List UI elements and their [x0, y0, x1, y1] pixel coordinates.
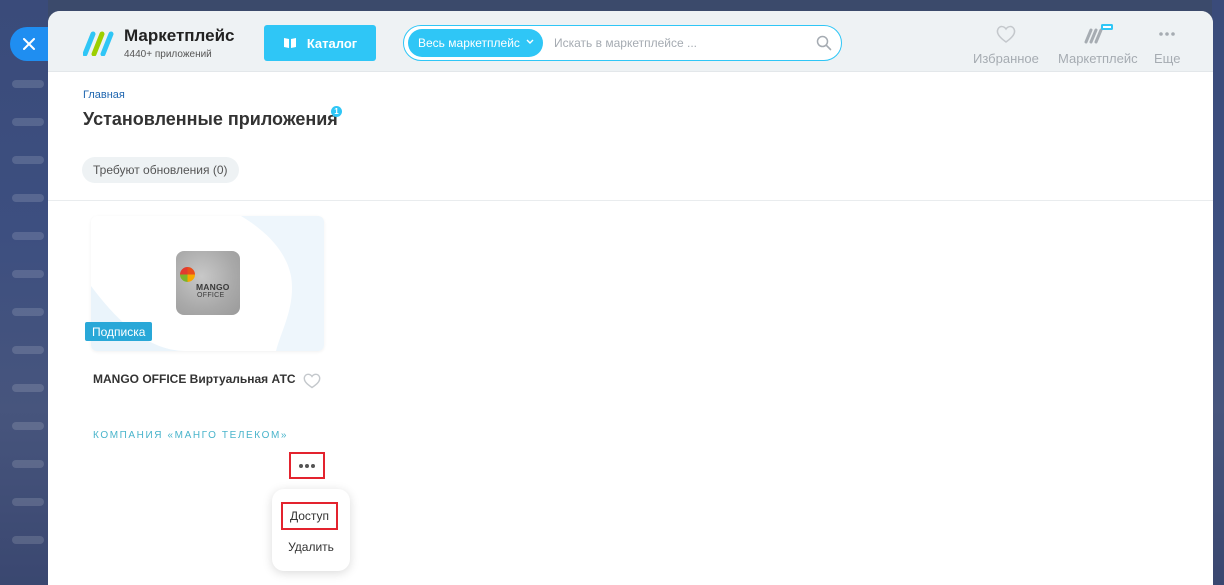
- menu-item-delete[interactable]: Удалить: [272, 540, 350, 554]
- app-vendor[interactable]: Компания «Манго Телеком»: [93, 430, 288, 441]
- search-bar: Весь маркетплейс: [403, 25, 842, 61]
- nav-marketplace-label: Маркетплейс: [1058, 51, 1138, 66]
- marketplace-panel: Маркетплейс 4440+ приложений Каталог Вес…: [48, 11, 1213, 585]
- app-name[interactable]: MANGO OFFICE Виртуальная АТС: [93, 372, 296, 386]
- search-scope-label: Весь маркетплейс: [418, 36, 520, 50]
- search-icon[interactable]: [816, 35, 832, 51]
- subscription-badge: Подписка: [85, 322, 153, 341]
- menu-item-access[interactable]: Доступ: [281, 502, 338, 530]
- favorite-heart-icon[interactable]: [302, 371, 322, 389]
- app-logo: MANGO OFFICE: [176, 251, 240, 315]
- breadcrumb[interactable]: Главная: [83, 89, 125, 101]
- nav-more-label: Еще: [1154, 51, 1181, 66]
- page-title: Установленные приложения: [83, 109, 338, 129]
- background-right: [1212, 0, 1224, 585]
- nav-favorites-label: Избранное: [973, 51, 1039, 66]
- app-logo-text-2: OFFICE: [197, 292, 225, 299]
- app-more-button[interactable]: [289, 452, 325, 479]
- background-sidebar: [0, 0, 48, 585]
- divider: [48, 200, 1213, 201]
- brand-title: Маркетплейс: [124, 26, 235, 45]
- marketplace-logo-icon: [83, 31, 114, 56]
- nav-favorites[interactable]: Избранное: [973, 23, 1039, 66]
- more-dots-icon: [299, 463, 315, 468]
- mango-logo-ring: [180, 267, 195, 282]
- catalog-button[interactable]: Каталог: [264, 25, 376, 61]
- brand-subtitle: 4440+ приложений: [124, 49, 212, 60]
- book-icon: [283, 38, 296, 48]
- close-slider-button[interactable]: [10, 27, 48, 61]
- more-dots-icon: [1159, 32, 1176, 36]
- filter-requires-update[interactable]: Требуют обновления (0): [82, 157, 239, 183]
- search-scope-select[interactable]: Весь маркетплейс: [408, 29, 543, 57]
- nav-marketplace[interactable]: Маркетплейс: [1058, 23, 1138, 66]
- marketplace-icon: [1084, 24, 1113, 44]
- app-context-menu: Доступ Удалить: [272, 489, 350, 571]
- info-badge[interactable]: 1: [331, 106, 342, 117]
- app-logo-text-1: MANGO: [196, 282, 230, 292]
- catalog-label: Каталог: [306, 35, 358, 51]
- nav-more[interactable]: Еще: [1154, 23, 1180, 66]
- close-icon: [23, 38, 35, 50]
- search-input[interactable]: [554, 30, 794, 56]
- heart-icon: [996, 25, 1016, 43]
- chevron-down-icon: [526, 39, 534, 44]
- marketplace-header: Маркетплейс 4440+ приложений Каталог Вес…: [48, 11, 1213, 72]
